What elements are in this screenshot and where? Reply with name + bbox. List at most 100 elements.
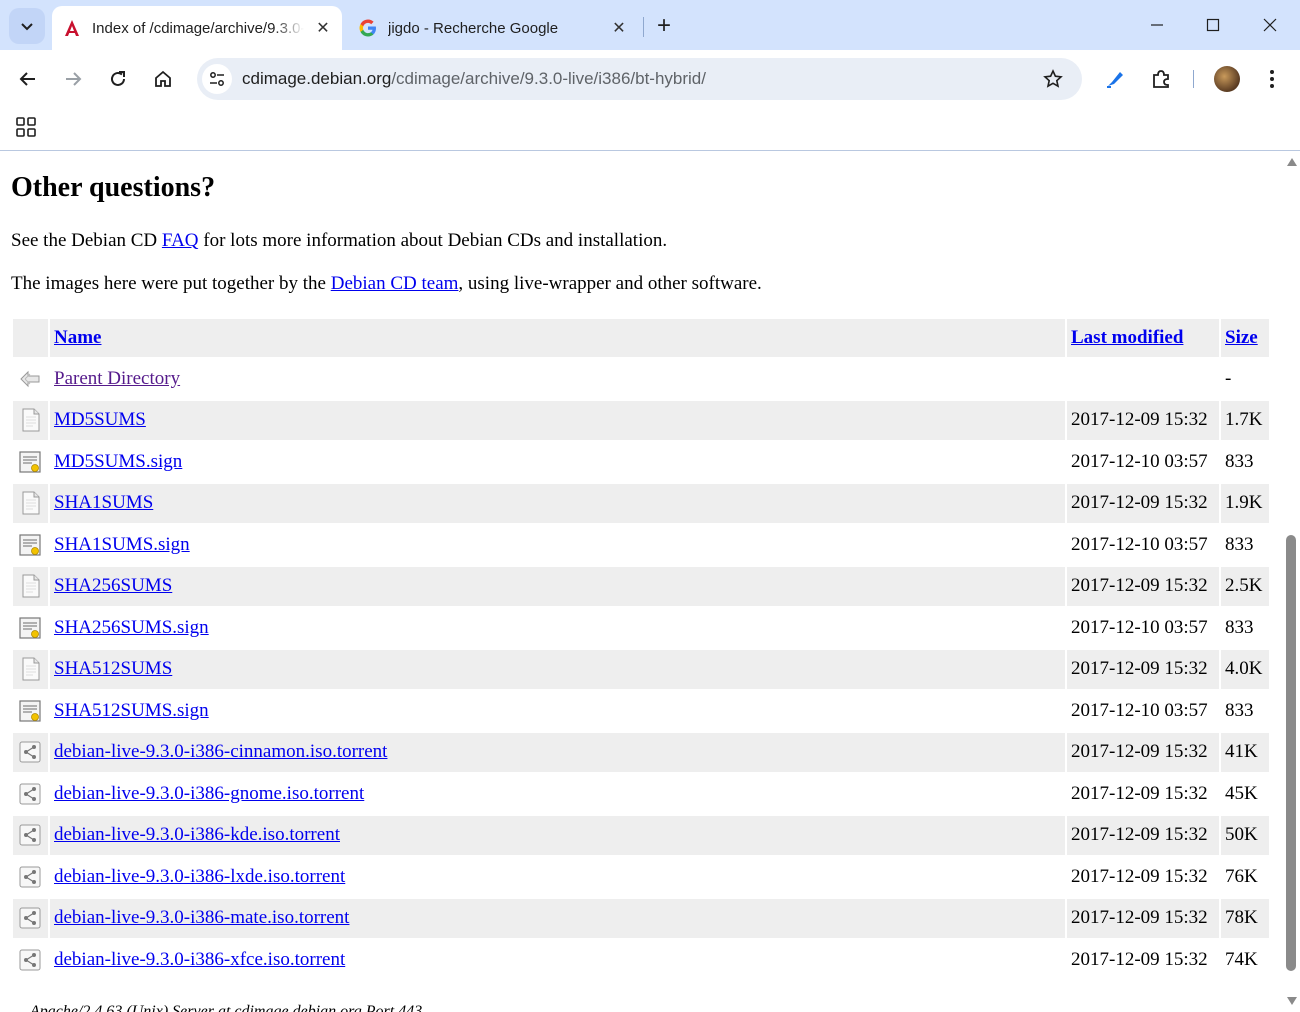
row-name-cell: debian-live-9.3.0-i386-mate.iso.torrent bbox=[50, 898, 1065, 938]
close-icon[interactable]: ✕ bbox=[608, 17, 630, 39]
extension-button[interactable] bbox=[1099, 63, 1131, 95]
row-modified-cell: 2017-12-09 15:32 bbox=[1067, 898, 1219, 938]
row-size-cell: 45K bbox=[1221, 774, 1269, 814]
scrollbar-thumb[interactable] bbox=[1286, 535, 1296, 971]
back-button[interactable] bbox=[11, 62, 45, 96]
row-size-cell: 833 bbox=[1221, 691, 1269, 731]
new-tab-button[interactable]: + bbox=[650, 12, 678, 40]
text-file-icon bbox=[22, 574, 40, 598]
file-link[interactable]: debian-live-9.3.0-i386-cinnamon.iso.torr… bbox=[54, 741, 387, 762]
file-link[interactable]: debian-live-9.3.0-i386-lxde.iso.torrent bbox=[54, 866, 345, 887]
close-icon[interactable]: ✕ bbox=[312, 17, 334, 39]
row-icon-cell bbox=[13, 857, 48, 897]
table-row: SHA256SUMS 2017-12-09 15:32 2.5K bbox=[13, 566, 1269, 606]
row-name-cell: MD5SUMS.sign bbox=[50, 442, 1065, 482]
url-domain: cdimage.debian.org bbox=[242, 69, 392, 88]
team-text-suffix: , using live-wrapper and other software. bbox=[458, 273, 762, 294]
torrent-file-icon bbox=[19, 907, 41, 929]
header-size: Size bbox=[1221, 319, 1269, 357]
reload-icon bbox=[111, 71, 125, 86]
torrent-file-icon bbox=[19, 783, 41, 805]
file-link[interactable]: debian-live-9.3.0-i386-kde.iso.torrent bbox=[54, 824, 340, 845]
debian-cd-team-link[interactable]: Debian CD team bbox=[331, 273, 459, 294]
file-link[interactable]: debian-live-9.3.0-i386-xfce.iso.torrent bbox=[54, 949, 345, 970]
forward-arrow-icon bbox=[66, 72, 82, 86]
signed-file-icon bbox=[19, 534, 41, 556]
minimize-button[interactable] bbox=[1142, 10, 1172, 40]
table-row: SHA1SUMS.sign 2017-12-10 03:57 833 bbox=[13, 525, 1269, 565]
row-name-cell: debian-live-9.3.0-i386-xfce.iso.torrent bbox=[50, 940, 1065, 980]
file-link[interactable]: SHA256SUMS.sign bbox=[54, 617, 209, 638]
faq-text-suffix: for lots more information about Debian C… bbox=[198, 230, 668, 251]
faq-link[interactable]: FAQ bbox=[162, 230, 199, 251]
file-link[interactable]: SHA512SUMS.sign bbox=[54, 700, 209, 721]
row-modified-cell: 2017-12-10 03:57 bbox=[1067, 691, 1219, 731]
home-button[interactable] bbox=[146, 62, 180, 96]
minimize-icon bbox=[1151, 24, 1163, 26]
file-link[interactable]: SHA1SUMS bbox=[54, 492, 153, 513]
row-size-cell: 4.0K bbox=[1221, 649, 1269, 689]
tab-separator bbox=[643, 17, 644, 37]
extensions-menu-button[interactable] bbox=[1145, 63, 1177, 95]
tab-strip: Index of /cdimage/archive/9.3.0-live/i38… bbox=[0, 0, 1300, 50]
profile-button[interactable] bbox=[1211, 63, 1243, 95]
file-link[interactable]: SHA512SUMS bbox=[54, 658, 172, 679]
tab-inactive[interactable]: jigdo - Recherche Google ✕ bbox=[348, 6, 638, 50]
bookmarks-bar bbox=[0, 108, 1300, 150]
table-row: debian-live-9.3.0-i386-gnome.iso.torrent… bbox=[13, 774, 1269, 814]
puzzle-icon bbox=[1153, 70, 1169, 88]
back-arrow-icon bbox=[20, 370, 40, 387]
vertical-scrollbar[interactable] bbox=[1283, 151, 1300, 1012]
signed-file-icon bbox=[19, 451, 41, 473]
directory-listing-table: Name Last modified Size Parent Directory… bbox=[11, 317, 1271, 982]
maximize-button[interactable] bbox=[1198, 10, 1228, 40]
row-modified-cell: 2017-12-09 15:32 bbox=[1067, 400, 1219, 440]
sort-by-size-link[interactable]: Size bbox=[1225, 327, 1258, 348]
row-name-cell: MD5SUMS bbox=[50, 400, 1065, 440]
file-link[interactable]: debian-live-9.3.0-i386-gnome.iso.torrent bbox=[54, 783, 364, 804]
sort-by-name-link[interactable]: Name bbox=[54, 327, 101, 348]
toolbar-separator bbox=[1193, 70, 1194, 88]
row-name-cell: SHA256SUMS.sign bbox=[50, 608, 1065, 648]
scroll-up-arrow-icon[interactable] bbox=[1285, 155, 1298, 168]
chevron-down-icon bbox=[21, 23, 33, 31]
row-modified-cell bbox=[1067, 359, 1219, 399]
file-link[interactable]: SHA256SUMS bbox=[54, 575, 172, 596]
forward-button[interactable] bbox=[56, 62, 90, 96]
row-modified-cell: 2017-12-09 15:32 bbox=[1067, 732, 1219, 772]
close-window-button[interactable] bbox=[1255, 10, 1285, 40]
maximize-icon bbox=[1206, 18, 1220, 32]
bookmark-star-icon[interactable] bbox=[1042, 68, 1064, 90]
file-link[interactable]: MD5SUMS.sign bbox=[54, 451, 182, 472]
reload-button[interactable] bbox=[101, 62, 135, 96]
parent-directory-link[interactable]: Parent Directory bbox=[54, 368, 180, 389]
team-text-prefix: The images here were put together by the bbox=[11, 273, 331, 294]
torrent-file-icon bbox=[19, 949, 41, 971]
row-size-cell: 833 bbox=[1221, 608, 1269, 648]
file-link[interactable]: SHA1SUMS.sign bbox=[54, 534, 190, 555]
site-settings-icon[interactable] bbox=[202, 64, 232, 94]
file-link[interactable]: debian-live-9.3.0-i386-mate.iso.torrent bbox=[54, 907, 349, 928]
file-link[interactable]: MD5SUMS bbox=[54, 409, 146, 430]
menu-button[interactable] bbox=[1256, 63, 1288, 95]
row-icon-cell bbox=[13, 940, 48, 980]
scroll-down-arrow-icon[interactable] bbox=[1285, 994, 1298, 1007]
browser-chrome: Index of /cdimage/archive/9.3.0-live/i38… bbox=[0, 0, 1300, 151]
row-icon-cell bbox=[13, 649, 48, 689]
row-icon-cell bbox=[13, 359, 48, 399]
faq-paragraph: See the Debian CD FAQ for lots more info… bbox=[11, 230, 667, 252]
tab-title: jigdo - Recherche Google bbox=[388, 19, 559, 37]
tab-active[interactable]: Index of /cdimage/archive/9.3.0-live/i38… bbox=[52, 6, 342, 50]
address-bar[interactable]: cdimage.debian.org/cdimage/archive/9.3.0… bbox=[197, 58, 1082, 100]
back-arrow-icon bbox=[19, 72, 35, 86]
signed-file-icon bbox=[19, 700, 41, 722]
row-icon-cell bbox=[13, 815, 48, 855]
row-icon-cell bbox=[13, 566, 48, 606]
row-name-cell: SHA512SUMS.sign bbox=[50, 691, 1065, 731]
apps-grid-icon[interactable] bbox=[15, 116, 37, 138]
text-file-icon bbox=[22, 491, 40, 515]
row-size-cell: 41K bbox=[1221, 732, 1269, 772]
google-g-icon bbox=[358, 18, 378, 38]
tab-search-button[interactable] bbox=[9, 8, 45, 44]
sort-by-modified-link[interactable]: Last modified bbox=[1071, 327, 1183, 348]
